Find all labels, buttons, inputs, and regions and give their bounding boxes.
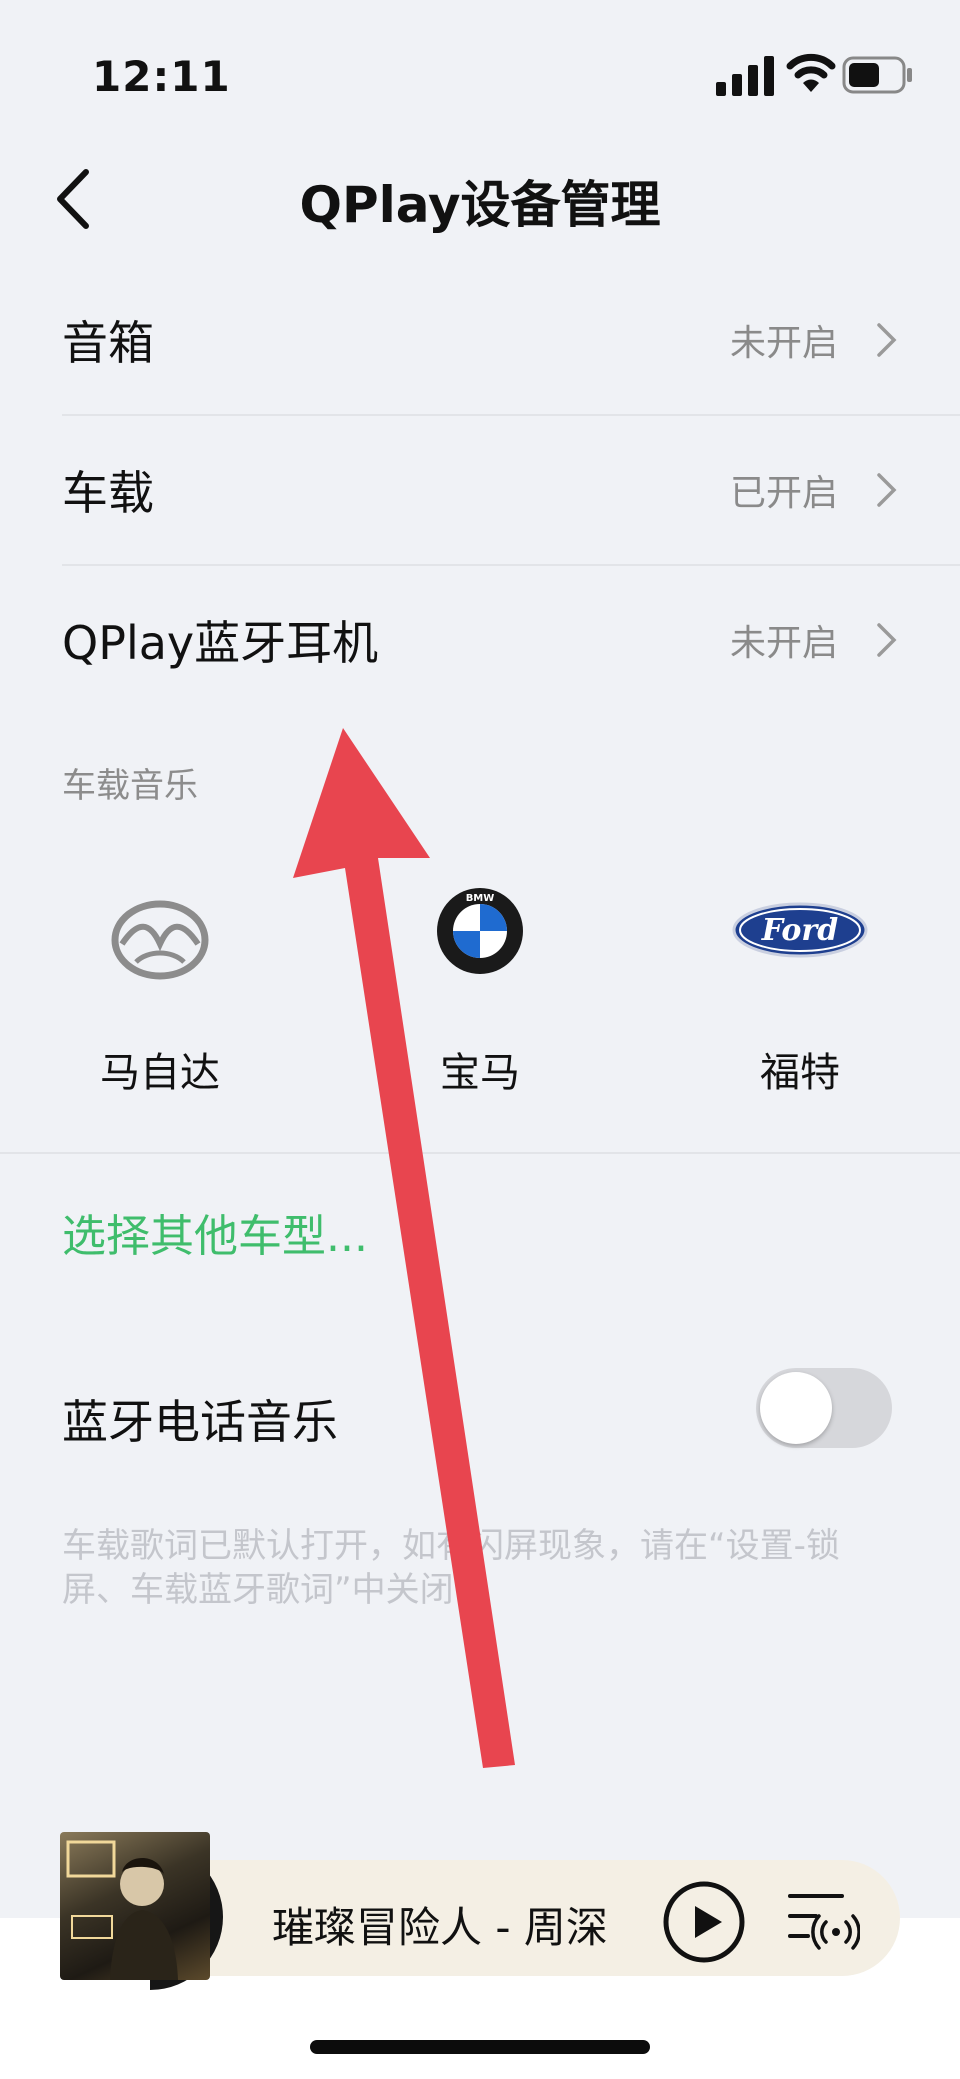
svg-text:BMW: BMW bbox=[466, 893, 495, 904]
album-art-image bbox=[66, 1840, 178, 1980]
brand-mazda[interactable]: 马自达 bbox=[40, 900, 280, 1100]
battery-icon bbox=[842, 56, 912, 94]
page-title: QPlay设备管理 bbox=[299, 176, 661, 234]
ford-logo-icon: Ford bbox=[732, 902, 868, 958]
section-title-car-music: 车载音乐 bbox=[62, 766, 198, 806]
row-car[interactable]: 车载 已开启 bbox=[0, 415, 960, 565]
signal-icon bbox=[716, 56, 774, 96]
bluetooth-phone-music-label: 蓝牙电话音乐 bbox=[62, 1395, 338, 1449]
brand-name: 福特 bbox=[760, 1050, 840, 1096]
chevron-right-icon bbox=[877, 473, 897, 507]
home-indicator bbox=[310, 2040, 650, 2054]
row-label: 音箱 bbox=[62, 316, 154, 370]
chevron-right-icon bbox=[877, 323, 897, 357]
bluetooth-phone-music-toggle[interactable] bbox=[756, 1368, 892, 1448]
row-status: 未开启 bbox=[729, 623, 838, 664]
play-icon[interactable] bbox=[662, 1880, 746, 1964]
brand-name: 马自达 bbox=[100, 1050, 220, 1096]
row-label: 车载 bbox=[62, 466, 154, 520]
album-cover[interactable] bbox=[60, 1832, 210, 1980]
row-bluetooth-headset[interactable]: QPlay蓝牙耳机 未开启 bbox=[0, 565, 960, 715]
mazda-logo-icon bbox=[111, 900, 209, 980]
now-playing-title: 璀璨冒险人 - 周深 bbox=[272, 1903, 608, 1952]
lyrics-hint: 车载歌词已默认打开，如有闪屏现象，请在“设置-锁屏、车载蓝牙歌词”中关闭 bbox=[62, 1526, 840, 1610]
wifi-icon bbox=[786, 53, 836, 92]
divider bbox=[0, 1152, 960, 1154]
brand-bmw[interactable]: BMW 宝马 bbox=[360, 888, 600, 1100]
status-bar: 12:11 bbox=[0, 0, 960, 150]
row-status: 未开启 bbox=[729, 323, 838, 364]
toggle-knob bbox=[760, 1372, 832, 1444]
row-speaker[interactable]: 音箱 未开启 bbox=[0, 265, 960, 415]
bmw-logo-icon: BMW bbox=[437, 888, 523, 974]
row-status: 已开启 bbox=[729, 473, 838, 514]
brand-name: 宝马 bbox=[440, 1050, 520, 1096]
status-time: 12:11 bbox=[92, 52, 231, 101]
chevron-right-icon bbox=[877, 623, 897, 657]
row-label: QPlay蓝牙耳机 bbox=[62, 616, 379, 670]
choose-other-car-link[interactable]: 选择其他车型... bbox=[62, 1200, 368, 1264]
svg-text:Ford: Ford bbox=[761, 913, 838, 948]
brand-ford[interactable]: Ford 福特 bbox=[680, 900, 920, 1100]
nav-bar: QPlay设备管理 bbox=[0, 150, 960, 260]
playlist-icon[interactable] bbox=[786, 1888, 860, 1954]
